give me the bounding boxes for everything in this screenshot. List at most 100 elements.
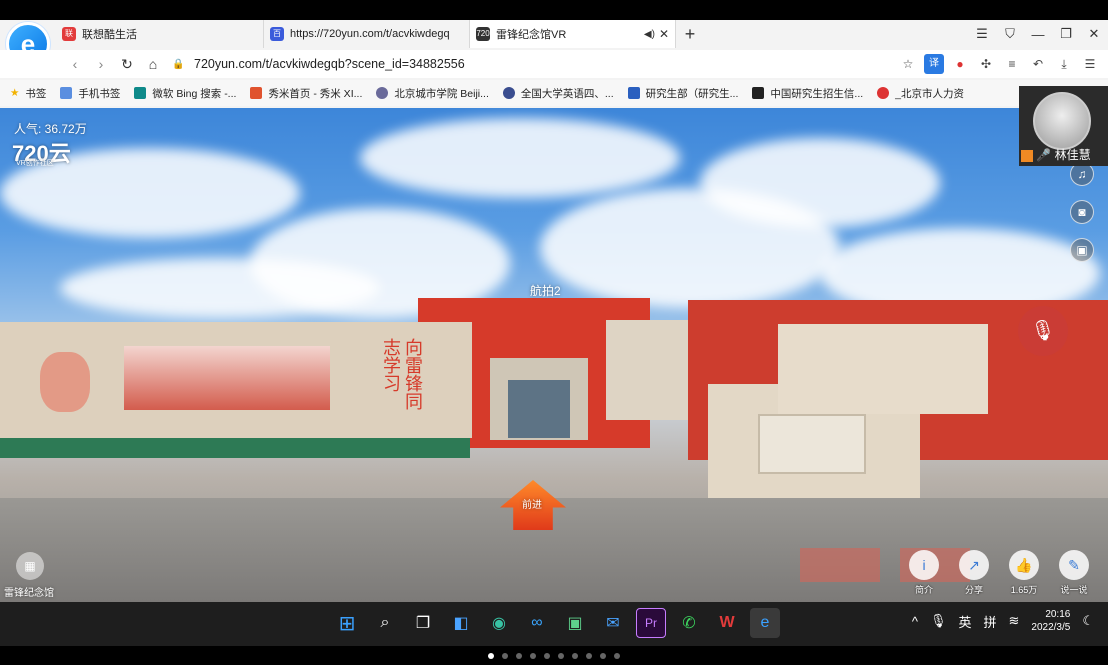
infinity-app-icon[interactable]: ∞ — [522, 608, 552, 638]
vr-glasses-icon[interactable]: ◙ — [1070, 200, 1094, 224]
edge-icon[interactable]: ◉ — [484, 608, 514, 638]
reading-list-icon[interactable]: ≡ — [1002, 54, 1022, 74]
forward-icon[interactable]: › — [90, 54, 112, 74]
bookmark-item[interactable]: _北京市人力资 — [877, 86, 964, 101]
mic-on-icon: 🎤 — [1036, 148, 1052, 162]
ime-language[interactable]: 英 — [958, 612, 971, 631]
bookmark-item[interactable]: 微软 Bing 搜索 -... — [134, 86, 236, 101]
puzzle-icon[interactable]: ✣ — [976, 54, 996, 74]
windows-start-icon[interactable]: ⊞ — [332, 608, 362, 638]
forward-label: 前进 — [522, 500, 542, 511]
translate-icon[interactable]: 译 — [924, 54, 944, 74]
tab-720yun-url[interactable]: 百 https://720yun.com/t/acvkiwdegq — [264, 20, 470, 48]
moon-icon[interactable]: ☾ — [1082, 613, 1094, 629]
speaker-icon[interactable]: ◀) — [644, 29, 655, 40]
bookmark-item[interactable]: 研究生部（研究生... — [627, 86, 738, 101]
white-block-right — [778, 324, 988, 414]
hr-icon — [877, 87, 890, 99]
like-button[interactable]: 👍 1.65万 — [1008, 550, 1040, 596]
pager-dot[interactable] — [544, 652, 550, 659]
comment-icon: ✎ — [1059, 550, 1089, 580]
restore-icon[interactable]: ❐ — [1052, 20, 1080, 48]
microphone-icon[interactable]: 🎙 — [1018, 306, 1068, 356]
top-black-bar — [0, 0, 1108, 20]
pager-dot[interactable] — [502, 652, 508, 659]
new-tab-button[interactable]: + — [676, 20, 704, 48]
task-view-icon[interactable]: ❐ — [408, 608, 438, 638]
share-icon: ↗ — [959, 550, 989, 580]
caller-name-row: 🎤 林佳慧 — [1021, 146, 1091, 163]
leifeng-relief — [40, 352, 90, 412]
pager-dot[interactable] — [614, 652, 620, 659]
bing-icon — [134, 87, 147, 99]
bookmark-item[interactable]: 秀米首页 - 秀米 XI... — [250, 86, 362, 101]
info-icon: i — [909, 550, 939, 580]
school-icon — [376, 87, 389, 99]
tab-lenovo[interactable]: 联 联想酷生活 — [56, 20, 264, 48]
more-menu-icon[interactable]: ☰ — [1080, 54, 1100, 74]
download-icon[interactable]: ⤓ — [1054, 54, 1074, 74]
address-bar[interactable]: 🔒 720yun.com/t/acvkiwdegqb?scene_id=3488… — [172, 53, 912, 75]
share-button[interactable]: ↗ 分享 — [958, 550, 990, 596]
favorite-star-icon[interactable]: ☆ — [898, 54, 918, 74]
gift-icon[interactable]: ▣ — [1070, 238, 1094, 262]
close-window-icon[interactable]: ✕ — [1080, 20, 1108, 48]
wps-icon[interactable]: W — [712, 608, 742, 638]
bookmark-item[interactable]: ★ 书签 — [10, 86, 46, 101]
home-icon[interactable]: ⌂ — [142, 54, 164, 74]
avatar — [1033, 92, 1091, 150]
mail-icon[interactable]: ✉ — [598, 608, 628, 638]
widgets-icon[interactable]: ◧ — [446, 608, 476, 638]
video-call-overlay[interactable]: 🎤 林佳慧 — [1019, 86, 1108, 166]
mic-tray-icon[interactable]: 🎙 — [930, 613, 947, 629]
hedge — [0, 438, 470, 458]
scene-list-icon[interactable]: ▦ — [16, 552, 44, 580]
bookmark-item[interactable]: 全国大学英语四、... — [502, 86, 614, 101]
extension-icon[interactable]: ● — [950, 54, 970, 74]
cet-icon — [502, 87, 515, 99]
pager-dot[interactable] — [558, 652, 564, 659]
intro-button[interactable]: i 简介 — [908, 550, 940, 596]
star-icon: ★ — [10, 87, 20, 99]
comment-button[interactable]: ✎ 说一说 — [1058, 550, 1090, 596]
popularity-count: 人气: 36.72万 — [14, 122, 87, 136]
thumbs-up-icon: 👍 — [1009, 550, 1039, 580]
premiere-icon[interactable]: Pr — [636, 608, 666, 638]
back-icon[interactable]: ‹ — [64, 54, 86, 74]
wechat-icon[interactable]: ✆ — [674, 608, 704, 638]
tab-leifeng-vr[interactable]: 720 雷锋纪念馆VR ◀) ✕ — [470, 20, 676, 48]
hotspot-aerial[interactable]: 航拍2 — [530, 282, 561, 299]
taskbar-apps: ⊞ ⌕ ❐ ◧ ◉ ∞ ▣ ✉ Pr ✆ W e — [332, 608, 780, 638]
bookmark-item[interactable]: 中国研究生招生信... — [752, 86, 863, 101]
photos-icon[interactable]: ▣ — [560, 608, 590, 638]
pager-dot[interactable] — [488, 652, 494, 659]
system-tray: ^ 🎙 英 拼 ≋ 20:16 2022/3/5 ☾ — [912, 608, 1094, 634]
refresh-icon[interactable]: ↻ — [116, 54, 138, 74]
vr-panorama-scene[interactable]: 向雷锋同志学习 前进 人气: 36.72万 720云 VR创作社区 航拍2 ♫ … — [0, 108, 1108, 602]
search-icon[interactable]: ⌕ — [370, 608, 400, 638]
browser-taskbar-icon[interactable]: e — [750, 608, 780, 638]
bookmark-item[interactable]: 手机书签 — [60, 86, 120, 101]
undo-icon[interactable]: ↶ — [1028, 54, 1048, 74]
xiumi-icon — [250, 87, 263, 99]
menu-icon[interactable]: ☰ — [968, 20, 996, 48]
minimize-icon[interactable]: — — [1024, 20, 1052, 48]
bookmark-item[interactable]: 北京城市学院 Beiji... — [376, 86, 489, 101]
clock[interactable]: 20:16 2022/3/5 — [1031, 608, 1070, 634]
shield-icon[interactable]: ⛉ — [996, 20, 1024, 48]
cloud — [60, 258, 380, 318]
pager-dot[interactable] — [530, 652, 536, 659]
ime-mode[interactable]: 拼 — [983, 612, 996, 631]
pager-dot[interactable] — [516, 652, 522, 659]
wifi-icon[interactable]: ≋ — [1009, 613, 1020, 629]
entrance-door — [508, 380, 570, 438]
pager-dot[interactable] — [572, 652, 578, 659]
time: 20:16 — [1045, 609, 1071, 620]
pager-dot[interactable] — [586, 652, 592, 659]
address-row: ‹ › ↻ ⌂ 🔒 720yun.com/t/acvkiwdegqb?scene… — [0, 50, 1108, 78]
chevron-up-icon[interactable]: ^ — [912, 614, 918, 629]
pager-dot[interactable] — [600, 652, 606, 659]
close-tab-icon[interactable]: ✕ — [659, 27, 669, 41]
date: 2022/3/5 — [1031, 622, 1071, 633]
cap-icon — [752, 87, 765, 99]
